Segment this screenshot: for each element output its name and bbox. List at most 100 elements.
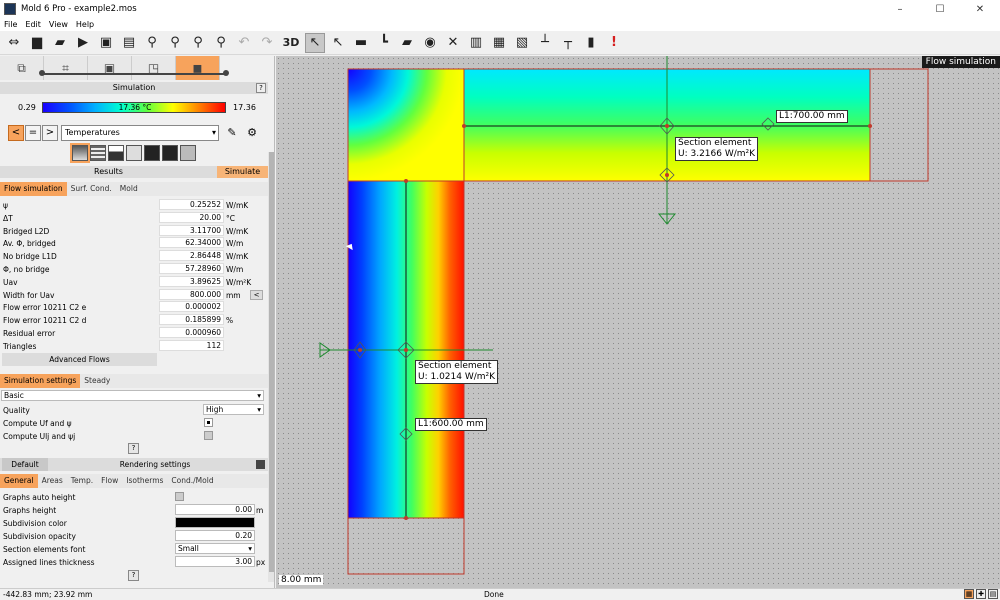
assigned-field[interactable]: 3.00 — [175, 556, 255, 567]
compute-ulj-checkbox[interactable] — [204, 431, 213, 440]
chevron-down-icon: ▾ — [248, 544, 252, 553]
zoom-window-icon[interactable]: ⚲ — [211, 33, 231, 53]
lt-icon[interactable]: ┴ — [535, 33, 555, 53]
tab-mold[interactable]: Mold — [116, 182, 142, 196]
sec-font-select[interactable]: Small ▾ — [175, 543, 255, 554]
slider-max-handle[interactable] — [223, 70, 229, 76]
tab-isotherms[interactable]: Isotherms — [122, 474, 167, 488]
gradient-mode-icon[interactable] — [70, 143, 90, 163]
snap-toggle-icon[interactable]: ✚ — [976, 589, 986, 599]
import-icon[interactable]: ▶ — [73, 33, 93, 53]
grid-scale-label: 8.00 mm — [279, 575, 324, 585]
next-button[interactable]: > — [42, 125, 58, 141]
line-chart-icon[interactable]: ▧ — [512, 33, 532, 53]
dimension-icon[interactable]: ┗ — [374, 33, 394, 53]
slider-min-handle[interactable] — [39, 70, 45, 76]
measure-icon[interactable]: ▬ — [351, 33, 371, 53]
tab-flow[interactable]: Flow — [97, 474, 122, 488]
simulate-button[interactable]: Simulate — [217, 166, 268, 178]
simulation-help-button[interactable]: ? — [256, 83, 266, 93]
solid-mode-icon[interactable] — [144, 145, 160, 161]
left-panel-scrollbar[interactable] — [268, 152, 274, 582]
ortho-toggle-icon[interactable]: ▤ — [988, 589, 998, 599]
select-icon[interactable]: ↖ — [305, 32, 325, 53]
drop-mode-icon[interactable] — [162, 145, 178, 161]
grid-toggle-icon[interactable]: ▦ — [964, 589, 974, 599]
sec-font-label: Section elements font — [3, 545, 86, 554]
geometry-mode-icon[interactable]: ⧉ — [0, 56, 44, 80]
thermometer-icon[interactable]: ▮ — [581, 33, 601, 53]
length-label[interactable]: L1:700.00 mm — [776, 110, 848, 123]
save-icon[interactable]: ▣ — [96, 33, 116, 53]
section-element-label[interactable]: Section element U: 1.0214 W/m²K — [415, 360, 499, 384]
materials-mode-icon[interactable]: ▣ — [88, 56, 132, 80]
isolines-mode-icon[interactable] — [108, 145, 124, 161]
preset-select[interactable]: Basic ▾ — [1, 390, 264, 401]
redo-icon[interactable]: ↷ — [257, 33, 277, 53]
scrollbar-thumb[interactable] — [269, 152, 274, 572]
drawing-canvas[interactable]: Flow simulation Section element U: 3.216… — [276, 56, 1000, 588]
columns-icon[interactable]: ▥ — [466, 33, 486, 53]
subdiv-opacity-field[interactable]: 0.20 — [175, 530, 255, 541]
width-collapse-button[interactable]: < — [250, 289, 263, 300]
advanced-flows-button[interactable]: Advanced Flows — [2, 353, 157, 366]
adjust-icon[interactable]: ⚙ — [245, 126, 259, 140]
tab-areas[interactable]: Areas — [38, 474, 67, 488]
zoom-in-icon[interactable]: ⚲ — [142, 33, 162, 53]
equal-button[interactable]: = — [25, 125, 41, 141]
stripes-mode-icon[interactable] — [90, 145, 106, 161]
graphs-auto-checkbox[interactable] — [175, 492, 184, 501]
maximize-button[interactable]: ☐ — [920, 0, 960, 18]
settings-help-button[interactable]: ? — [128, 443, 139, 454]
default-button[interactable]: Default — [2, 458, 48, 471]
result-label: Flow error 10211 C2 e — [3, 303, 87, 313]
tab-temp[interactable]: Temp. — [67, 474, 97, 488]
warning-icon[interactable]: ! — [604, 33, 624, 53]
select-points-icon[interactable]: ↖ — [328, 33, 348, 53]
simulation-mode-icon[interactable]: ◼ — [176, 56, 220, 80]
rendering-help-button[interactable]: ? — [128, 570, 139, 581]
eye-icon[interactable]: ◉ — [420, 33, 440, 53]
new-file-icon[interactable]: ▆ — [27, 33, 47, 53]
menu-file[interactable]: File — [0, 20, 21, 29]
collapse-icon[interactable] — [256, 460, 265, 469]
eyedropper-icon[interactable]: ✎ — [225, 126, 239, 140]
quality-select[interactable]: High ▾ — [203, 404, 264, 415]
menu-view[interactable]: View — [45, 20, 72, 29]
compute-uf-checkbox[interactable] — [204, 418, 213, 427]
tab-surf-cond[interactable]: Surf. Cond. — [67, 182, 116, 196]
move-arrows-icon[interactable]: ⇔ — [4, 33, 24, 53]
tab-steady[interactable]: Steady — [80, 374, 114, 388]
vectors-mode-icon[interactable] — [126, 145, 142, 161]
subdiv-color-swatch[interactable] — [175, 517, 255, 528]
tab-cond-mold[interactable]: Cond./Mold — [167, 474, 217, 488]
boundary-mode-icon[interactable]: ◳ — [132, 56, 176, 80]
menu-edit[interactable]: Edit — [21, 20, 45, 29]
section-element-label[interactable]: Section element U: 3.2166 W/m²K — [675, 137, 759, 161]
ot-icon[interactable]: ┬ — [558, 33, 578, 53]
close-button[interactable]: ✕ — [960, 0, 1000, 18]
length-label[interactable]: L1:600.00 mm — [415, 418, 487, 431]
zoom-out-icon[interactable]: ⚲ — [165, 33, 185, 53]
open-folder-icon[interactable]: ▰ — [50, 33, 70, 53]
zoom-fit-icon[interactable]: ⚲ — [188, 33, 208, 53]
undo-icon[interactable]: ↶ — [234, 33, 254, 53]
print-icon[interactable]: ▤ — [119, 33, 139, 53]
scale-range-slider[interactable] — [39, 70, 229, 76]
graphs-height-field[interactable]: 0.00 — [175, 504, 255, 515]
previous-button[interactable]: < — [8, 125, 24, 141]
minimize-button[interactable]: – — [880, 0, 920, 18]
tab-flow-simulation[interactable]: Flow simulation — [0, 182, 67, 196]
hide-icon[interactable]: ✕ — [443, 33, 463, 53]
result-label: Width for Uav — [3, 290, 55, 300]
menu-help[interactable]: Help — [72, 20, 98, 29]
view-3d-button[interactable]: 3D — [280, 33, 302, 53]
tab-simulation-settings[interactable]: Simulation settings — [0, 374, 81, 388]
tab-general[interactable]: General — [0, 474, 38, 488]
result-row: Flow error 10211 C2 e 0.000002 — [0, 301, 268, 314]
bar-chart-icon[interactable]: ▦ — [489, 33, 509, 53]
grid-mode-icon[interactable]: ⌗ — [44, 56, 88, 80]
empty-mode-icon[interactable] — [180, 145, 196, 161]
comment-icon[interactable]: ▰ — [397, 33, 417, 53]
view-type-select[interactable]: Temperatures ▾ — [61, 125, 219, 141]
